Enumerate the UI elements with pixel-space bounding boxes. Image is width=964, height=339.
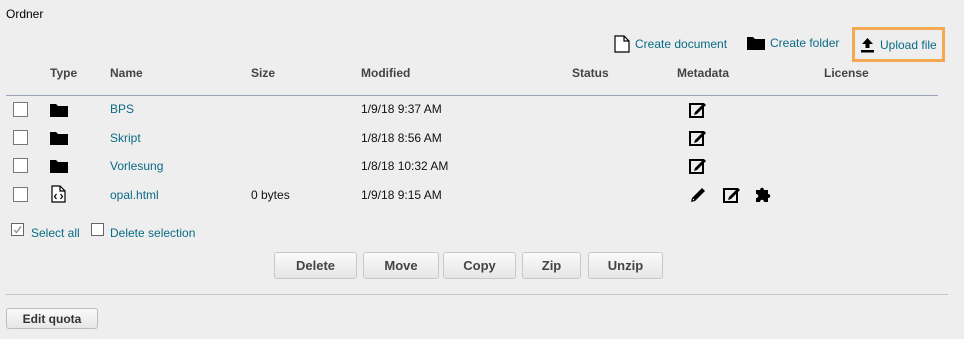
create-document-link[interactable]: Create document bbox=[614, 35, 727, 53]
document-icon bbox=[614, 35, 630, 53]
create-folder-link[interactable]: Create folder bbox=[747, 35, 839, 50]
header-divider bbox=[6, 95, 938, 96]
folder-icon bbox=[50, 104, 68, 117]
upload-file-link[interactable]: Upload file bbox=[852, 27, 945, 62]
create-document-label: Create document bbox=[635, 37, 728, 51]
column-header-modified[interactable]: Modified bbox=[361, 66, 410, 80]
column-header-metadata[interactable]: Metadata bbox=[677, 66, 729, 80]
unzip-button[interactable]: Unzip bbox=[588, 252, 663, 279]
file-size: 0 bytes bbox=[251, 188, 290, 202]
column-header-license[interactable]: License bbox=[824, 66, 869, 80]
row-checkbox[interactable] bbox=[13, 158, 28, 173]
row-checkbox[interactable] bbox=[13, 187, 28, 202]
row-checkbox[interactable] bbox=[13, 102, 28, 117]
edit-quota-button[interactable]: Edit quota bbox=[6, 308, 98, 329]
file-name-link[interactable]: Vorlesung bbox=[110, 159, 163, 173]
edit-metadata-icon[interactable] bbox=[689, 157, 707, 174]
upload-file-label: Upload file bbox=[880, 37, 937, 52]
folder-icon bbox=[50, 160, 68, 173]
file-modified: 1/9/18 9:15 AM bbox=[361, 188, 442, 202]
copy-button[interactable]: Copy bbox=[443, 252, 516, 279]
folder-icon bbox=[747, 37, 765, 50]
file-modified: 1/8/18 10:32 AM bbox=[361, 159, 449, 173]
edit-metadata-icon[interactable] bbox=[689, 129, 707, 146]
panel-title: Ordner bbox=[6, 7, 44, 21]
puzzle-icon[interactable] bbox=[754, 185, 773, 204]
edit-metadata-icon[interactable] bbox=[689, 101, 707, 118]
file-name-link[interactable]: Skript bbox=[110, 131, 141, 145]
delete-button[interactable]: Delete bbox=[274, 252, 357, 279]
column-header-status[interactable]: Status bbox=[572, 66, 609, 80]
column-header-name[interactable]: Name bbox=[110, 66, 143, 80]
file-modified: 1/8/18 8:56 AM bbox=[361, 131, 442, 145]
html-file-icon bbox=[51, 185, 66, 203]
delete-selection-link[interactable]: Delete selection bbox=[110, 226, 195, 240]
checkmark-icon bbox=[13, 226, 22, 234]
upload-icon bbox=[861, 37, 874, 52]
zip-button[interactable]: Zip bbox=[522, 252, 581, 279]
file-name-link[interactable]: BPS bbox=[110, 102, 134, 116]
pencil-icon[interactable] bbox=[689, 186, 707, 204]
create-folder-label: Create folder bbox=[770, 35, 840, 50]
edit-metadata-icon[interactable] bbox=[723, 186, 741, 203]
row-checkbox[interactable] bbox=[13, 130, 28, 145]
file-name-link[interactable]: opal.html bbox=[110, 188, 159, 202]
footer-divider bbox=[6, 294, 948, 295]
delete-selection-checkbox[interactable] bbox=[91, 223, 104, 236]
file-modified: 1/9/18 9:37 AM bbox=[361, 102, 442, 116]
select-all-checkbox[interactable] bbox=[11, 223, 24, 236]
select-all-link[interactable]: Select all bbox=[31, 226, 80, 240]
move-button[interactable]: Move bbox=[363, 252, 439, 279]
column-header-type[interactable]: Type bbox=[50, 66, 77, 80]
folder-icon bbox=[50, 132, 68, 145]
column-header-size[interactable]: Size bbox=[251, 66, 275, 80]
